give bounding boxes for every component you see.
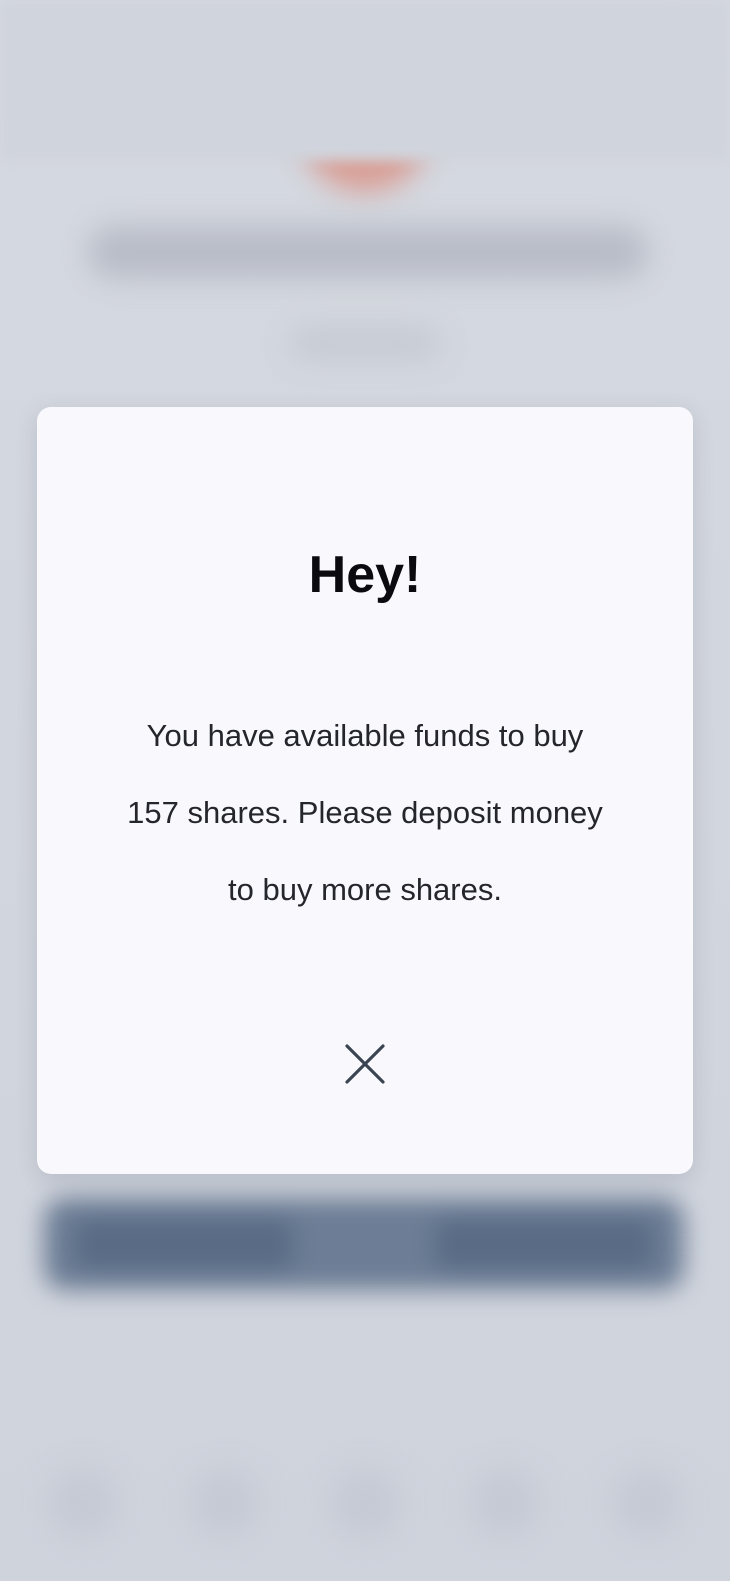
background-tab-icon [330,1468,400,1538]
background-tab-icon [190,1468,260,1538]
funds-info-modal: Hey! You have available funds to buy 157… [37,407,693,1174]
background-title [88,226,648,278]
background-tab-icon [612,1468,682,1538]
background-tab-icon [470,1468,540,1538]
background-tab-bar [0,0,730,161]
background-action-bar [44,1198,684,1290]
close-icon [345,1044,385,1084]
close-button[interactable] [327,1026,403,1102]
background-subtitle [290,326,440,360]
modal-message: You have available funds to buy 157 shar… [127,718,603,907]
modal-title: Hey! [308,546,422,604]
background-tab-icon [48,1468,118,1538]
